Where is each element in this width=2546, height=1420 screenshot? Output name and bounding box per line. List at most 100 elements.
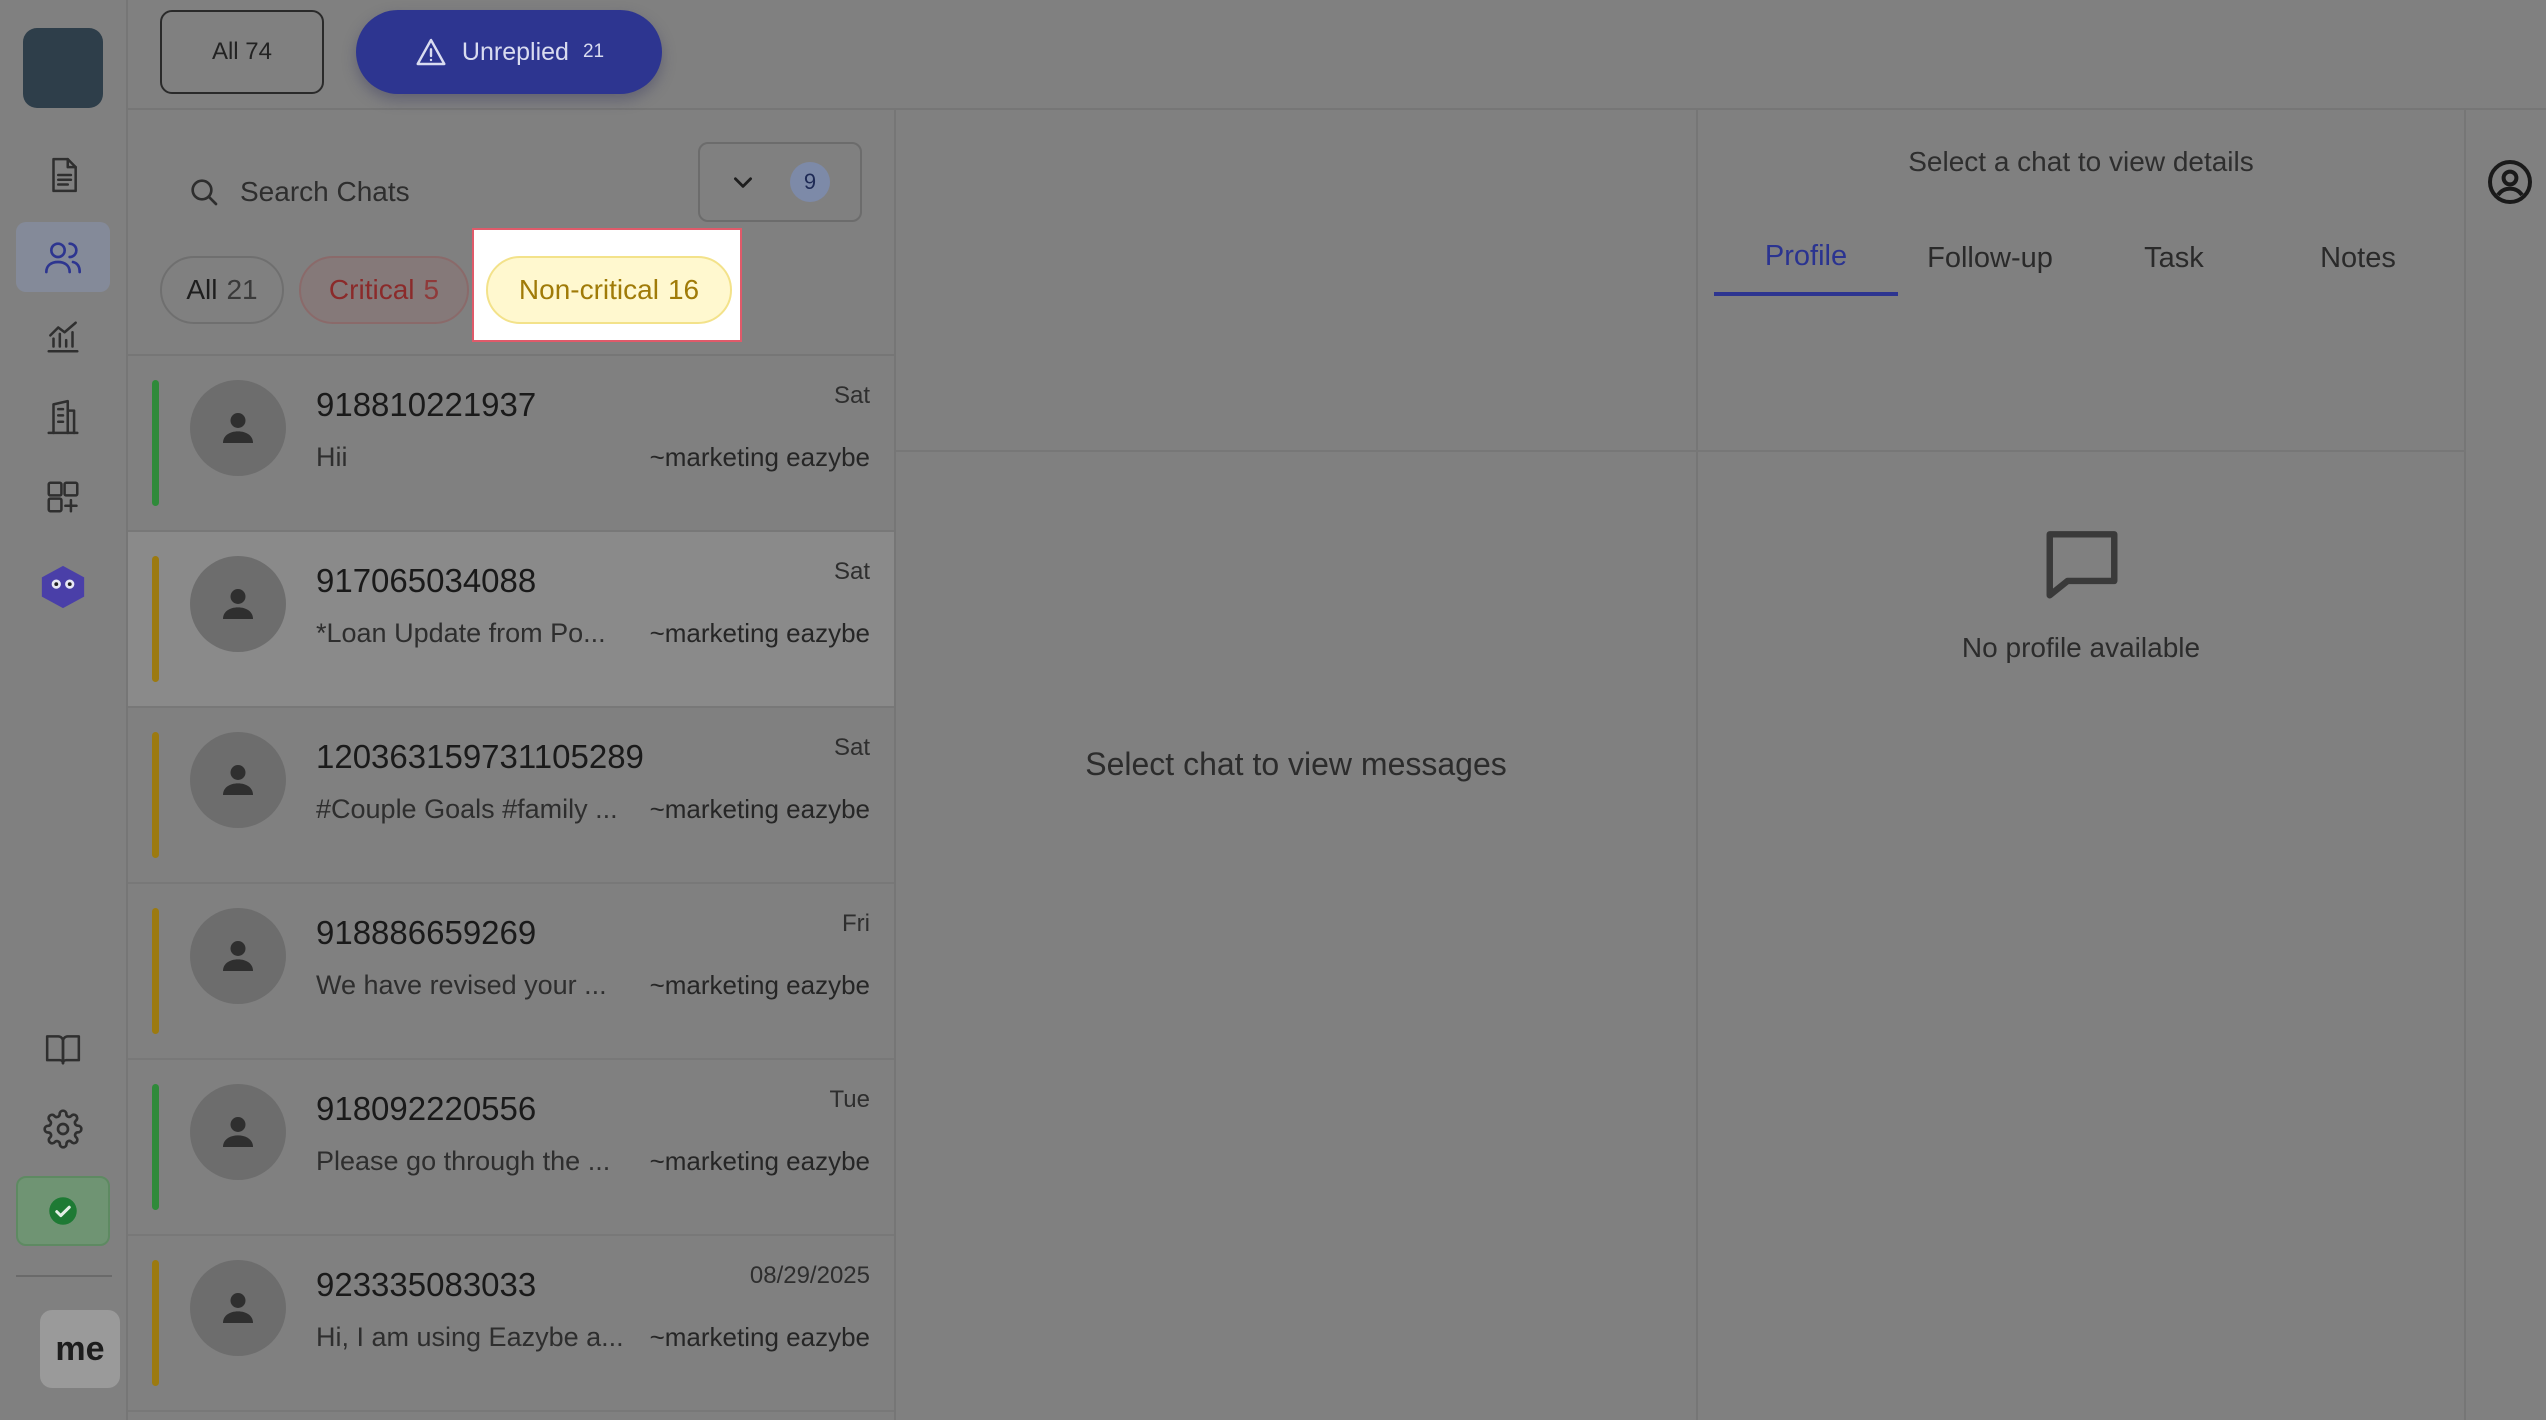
search-input[interactable]: Search Chats xyxy=(240,176,410,208)
chat-name: 918092220556 xyxy=(316,1090,537,1127)
filter-chip-critical[interactable]: Critical 5 xyxy=(299,256,469,324)
tab-follow-up[interactable]: Follow-up xyxy=(1898,220,2082,296)
left-rail: me xyxy=(0,0,128,1420)
building-icon xyxy=(47,399,79,435)
messages-panel: Select chat to view messages xyxy=(896,110,1698,1420)
filter-chip-noncritical[interactable]: Non-critical 16 xyxy=(486,256,732,324)
tab-task[interactable]: Task xyxy=(2082,220,2266,296)
chat-preview: Please go through the ... xyxy=(316,1146,611,1176)
chat-row[interactable]: 918886659269 Fri We have revised your ..… xyxy=(128,884,894,1060)
status-bar xyxy=(152,1084,159,1210)
avatar xyxy=(190,1260,286,1356)
chat-owner: ~marketing eazybe xyxy=(649,618,870,648)
chat-preview: #Couple Goals #family ... xyxy=(316,794,618,824)
avatar xyxy=(190,380,286,476)
filter-dropdown[interactable]: 9 xyxy=(698,142,862,222)
person-icon xyxy=(223,765,253,795)
chat-list-panel: Search Chats 9 All 21 Critical 5 Non-cri… xyxy=(128,110,896,1420)
nav-contacts[interactable] xyxy=(16,222,110,292)
chat-row[interactable]: 923335083033 08/29/2025 Hi, I am using E… xyxy=(128,1236,894,1412)
apps-add-icon xyxy=(47,481,79,513)
chat-owner: ~marketing eazybe xyxy=(649,1146,870,1176)
book-icon xyxy=(45,1035,81,1065)
bot-icon xyxy=(41,565,85,609)
tabs-divider xyxy=(896,450,2466,452)
chat-time: Sat xyxy=(833,558,870,585)
highlight-box: Non-critical 16 xyxy=(472,228,742,342)
chat-owner: ~marketing eazybe xyxy=(649,794,870,824)
no-profile-text: No profile available xyxy=(1961,632,2201,663)
nav-organization[interactable] xyxy=(16,382,110,452)
chart-icon xyxy=(47,321,79,353)
unreplied-count: 21 xyxy=(582,41,605,62)
status-bar xyxy=(152,380,159,506)
chat-owner: ~marketing eazybe xyxy=(649,970,870,1000)
nav-knowledge[interactable] xyxy=(16,1014,110,1084)
avatar xyxy=(190,908,286,1004)
nav-analytics[interactable] xyxy=(16,302,110,372)
app-logo[interactable] xyxy=(23,28,103,108)
chat-name: 918886659269 xyxy=(316,914,537,951)
user-avatar[interactable]: me xyxy=(40,1310,120,1388)
gear-icon xyxy=(43,1109,83,1149)
status-bar xyxy=(152,908,159,1034)
chat-row[interactable]: 120363159731105289 Sat #Couple Goals #fa… xyxy=(128,708,894,884)
details-tabs: Profile Follow-up Task Notes xyxy=(896,220,2466,452)
chat-time: Sat xyxy=(833,382,870,409)
chat-owner: ~marketing eazybe xyxy=(649,1322,870,1352)
status-bar xyxy=(152,556,159,682)
chat-rows: 918810221937 Sat Hii ~marketing eazybe 9… xyxy=(128,356,894,1412)
nav-documents[interactable] xyxy=(16,140,110,210)
chip-noncritical-count: 16 xyxy=(667,274,700,305)
search-box[interactable]: Search Chats xyxy=(188,162,708,222)
all-chats-tab[interactable]: All 74 xyxy=(160,10,324,94)
chip-noncritical-label: Non-critical xyxy=(518,274,659,305)
chip-critical-count: 5 xyxy=(423,274,440,305)
users-icon xyxy=(45,242,81,274)
chip-critical-label: Critical xyxy=(328,274,415,305)
unreplied-label: Unreplied xyxy=(461,37,569,66)
warning-icon xyxy=(416,38,446,66)
status-bar xyxy=(152,732,159,858)
chat-name: 923335083033 xyxy=(316,1266,537,1303)
chat-owner: ~marketing eazybe xyxy=(649,442,870,472)
top-bar: All 74 Unreplied 21 xyxy=(128,0,2546,110)
person-icon xyxy=(223,589,253,619)
check-circle-icon xyxy=(49,1197,77,1225)
chip-all-label: All xyxy=(186,274,218,305)
chat-time: Fri xyxy=(842,910,870,937)
nav-settings[interactable] xyxy=(16,1094,110,1164)
person-icon xyxy=(223,1293,253,1323)
chat-row[interactable]: 918092220556 Tue Please go through the .… xyxy=(128,1060,894,1236)
chat-time: 08/29/2025 xyxy=(749,1262,870,1289)
nav-bot[interactable] xyxy=(16,552,110,622)
avatar xyxy=(190,1084,286,1180)
connection-status[interactable] xyxy=(16,1176,110,1246)
chat-preview: *Loan Update from Po... xyxy=(316,618,606,648)
tab-profile[interactable]: Profile xyxy=(1714,220,1898,296)
messages-empty-state: Select chat to view messages xyxy=(1085,746,1507,782)
search-icon xyxy=(191,179,218,206)
message-square-icon xyxy=(2046,531,2118,599)
details-hint: Select a chat to view details xyxy=(1908,146,2254,177)
unreplied-tab[interactable]: Unreplied 21 xyxy=(356,10,662,94)
chip-all-count: 21 xyxy=(226,274,258,305)
chat-row[interactable]: 917065034088 Sat *Loan Update from Po...… xyxy=(128,532,894,708)
tab-notes[interactable]: Notes xyxy=(2266,220,2450,296)
document-icon xyxy=(52,157,77,193)
chat-name: 918810221937 xyxy=(316,386,537,423)
avatar xyxy=(190,732,286,828)
chat-preview: We have revised your ... xyxy=(316,970,607,1000)
chat-row[interactable]: 918810221937 Sat Hii ~marketing eazybe xyxy=(128,356,894,532)
chevron-down-icon xyxy=(734,177,752,188)
chat-name: 917065034088 xyxy=(316,562,537,599)
details-panel: Select a chat to view details Profile Fo… xyxy=(896,110,2466,1420)
user-circle-icon[interactable] xyxy=(2486,158,2534,206)
person-icon xyxy=(223,941,253,971)
person-icon xyxy=(223,1117,253,1147)
person-icon xyxy=(223,413,253,443)
chat-preview: Hii xyxy=(316,442,348,472)
nav-integrations[interactable] xyxy=(16,462,110,532)
filter-chip-all[interactable]: All 21 xyxy=(160,256,284,324)
chat-time: Tue xyxy=(829,1086,870,1113)
